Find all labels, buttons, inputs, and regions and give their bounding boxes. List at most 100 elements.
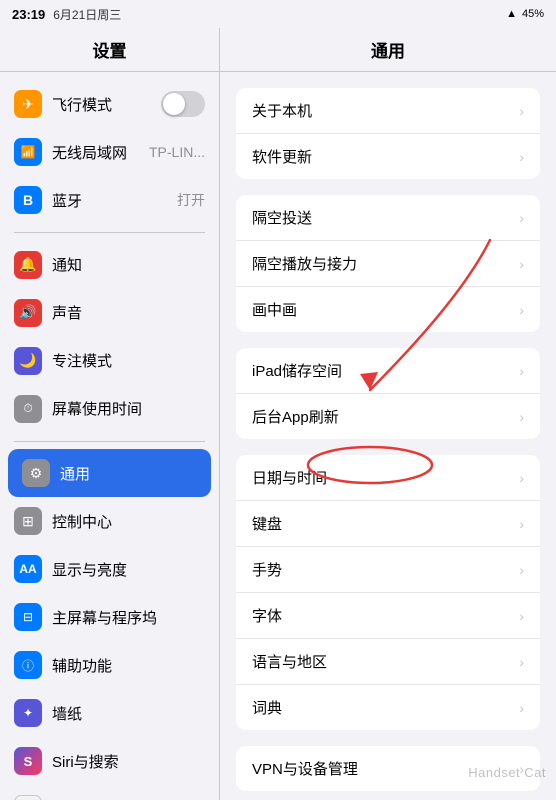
content-item-datetime[interactable]: 日期与时间 › [236, 455, 540, 501]
label-gesture: 手势 [252, 559, 511, 580]
sidebar-header: 设置 [0, 28, 219, 72]
section-datetime: 日期与时间 › 键盘 › 手势 › 字体 › [236, 455, 540, 730]
chevron-language: › [519, 654, 524, 670]
sidebar-item-siri[interactable]: S Siri与搜索 [0, 737, 219, 785]
section-storage: iPad储存空间 › 后台App刷新 › [236, 348, 540, 439]
content-item-gesture[interactable]: 手势 › [236, 547, 540, 593]
status-right: ▲ 45% [506, 8, 544, 20]
section-about: 关于本机 › 软件更新 › [236, 88, 540, 179]
label-language: 语言与地区 [252, 651, 511, 672]
chevron-backgroundrefresh: › [519, 409, 524, 425]
sidebar-item-label-display: 显示与亮度 [52, 559, 205, 580]
label-dictionary: 词典 [252, 697, 511, 718]
label-vpn: VPN与设备管理 [252, 758, 511, 779]
sidebar-item-label-wifi: 无线局域网 [52, 142, 139, 163]
wifi-value: TP-LIN... [149, 144, 205, 160]
sidebar-item-label-screentime: 屏幕使用时间 [52, 398, 205, 419]
content-header: 通用 [220, 28, 556, 72]
sidebar-item-wallpaper[interactable]: ✦ 墙纸 [0, 689, 219, 737]
content-item-vpn[interactable]: VPN与设备管理 › [236, 746, 540, 791]
notification-icon: 🔔 [14, 251, 42, 279]
chevron-gesture: › [519, 562, 524, 578]
sidebar-item-label-accessibility: 辅助功能 [52, 655, 205, 676]
airplane-icon: ✈ [14, 90, 42, 118]
content-item-softwareupdate[interactable]: 软件更新 › [236, 134, 540, 179]
wallpaper-icon: ✦ [14, 699, 42, 727]
content-item-font[interactable]: 字体 › [236, 593, 540, 639]
sidebar-item-label-general: 通用 [60, 463, 197, 484]
siri-icon: S [14, 747, 42, 775]
label-softwareupdate: 软件更新 [252, 146, 511, 167]
content-area: 通用 关于本机 › 软件更新 › 隔空投送 [220, 28, 556, 800]
sidebar-item-accessibility[interactable]: ⓘ 辅助功能 [0, 641, 219, 689]
chevron-keyboard: › [519, 516, 524, 532]
sidebar-item-applepencil[interactable]: ✏ Apple Pencil [0, 785, 219, 800]
status-time: 23:19 [12, 7, 45, 22]
sidebar-content[interactable]: ✈ 飞行模式 📶 无线局域网 TP-LIN... B 蓝牙 打开 [0, 72, 219, 800]
status-date: 6月21日周三 [53, 6, 121, 23]
sidebar-group-system: ⚙ 通用 ⊞ 控制中心 AA 显示与亮度 ⊟ 主屏幕与程序坞 [0, 441, 219, 800]
content-item-pip[interactable]: 画中画 › [236, 287, 540, 332]
content-item-dictionary[interactable]: 词典 › [236, 685, 540, 730]
applepencil-icon: ✏ [14, 795, 42, 800]
sidebar-item-notification[interactable]: 🔔 通知 [0, 241, 219, 289]
display-icon: AA [14, 555, 42, 583]
chevron-datetime: › [519, 470, 524, 486]
sidebar-item-airplane[interactable]: ✈ 飞行模式 [0, 80, 219, 128]
sidebar-item-general[interactable]: ⚙ 通用 [8, 449, 211, 497]
status-bar: 23:19 6月21日周三 ▲ 45% [0, 0, 556, 28]
chevron-airplay: › [519, 256, 524, 272]
battery-text: 45% [522, 8, 544, 20]
sidebar: 设置 ✈ 飞行模式 📶 无线局域网 TP-LIN... [0, 28, 220, 800]
screentime-icon: ⏱ [14, 395, 42, 423]
content-item-airplay[interactable]: 隔空播放与接力 › [236, 241, 540, 287]
content-item-about[interactable]: 关于本机 › [236, 88, 540, 134]
airplane-toggle[interactable] [161, 91, 205, 117]
label-about: 关于本机 [252, 100, 511, 121]
sidebar-item-homescreen[interactable]: ⊟ 主屏幕与程序坞 [0, 593, 219, 641]
sidebar-item-focus[interactable]: 🌙 专注模式 [0, 337, 219, 385]
sidebar-item-label-homescreen: 主屏幕与程序坞 [52, 607, 205, 628]
sidebar-item-label-bluetooth: 蓝牙 [52, 190, 167, 211]
wifi-icon: 📶 [14, 138, 42, 166]
section-airdrop: 隔空投送 › 隔空播放与接力 › 画中画 › [236, 195, 540, 332]
sidebar-item-label-focus: 专注模式 [52, 350, 205, 371]
label-ipadstorage: iPad储存空间 [252, 360, 511, 381]
chevron-dictionary: › [519, 700, 524, 716]
controlcenter-icon: ⊞ [14, 507, 42, 535]
general-icon: ⚙ [22, 459, 50, 487]
sidebar-item-wifi[interactable]: 📶 无线局域网 TP-LIN... [0, 128, 219, 176]
sidebar-item-label-sound: 声音 [52, 302, 205, 323]
content-item-language[interactable]: 语言与地区 › [236, 639, 540, 685]
bluetooth-icon: B [14, 186, 42, 214]
accessibility-icon: ⓘ [14, 651, 42, 679]
bluetooth-value: 打开 [177, 190, 205, 210]
content-item-keyboard[interactable]: 键盘 › [236, 501, 540, 547]
chevron-pip: › [519, 302, 524, 318]
label-keyboard: 键盘 [252, 513, 511, 534]
content-scroll[interactable]: 关于本机 › 软件更新 › 隔空投送 › 隔空播放与接力 [220, 72, 556, 800]
sound-icon: 🔊 [14, 299, 42, 327]
sidebar-item-display[interactable]: AA 显示与亮度 [0, 545, 219, 593]
sidebar-item-sound[interactable]: 🔊 声音 [0, 289, 219, 337]
sidebar-item-bluetooth[interactable]: B 蓝牙 打开 [0, 176, 219, 224]
homescreen-icon: ⊟ [14, 603, 42, 631]
wifi-icon: ▲ [506, 8, 517, 20]
sidebar-item-controlcenter[interactable]: ⊞ 控制中心 [0, 497, 219, 545]
content-item-backgroundrefresh[interactable]: 后台App刷新 › [236, 394, 540, 439]
sidebar-item-label-controlcenter: 控制中心 [52, 511, 205, 532]
chevron-vpn: › [519, 761, 524, 777]
sidebar-item-label-notification: 通知 [52, 254, 205, 275]
sidebar-group-connectivity: ✈ 飞行模式 📶 无线局域网 TP-LIN... B 蓝牙 打开 [0, 72, 219, 232]
sidebar-item-screentime[interactable]: ⏱ 屏幕使用时间 [0, 385, 219, 433]
chevron-airdrop: › [519, 210, 524, 226]
chevron-font: › [519, 608, 524, 624]
content-title: 通用 [371, 37, 405, 62]
content-item-ipadstorage[interactable]: iPad储存空间 › [236, 348, 540, 394]
sidebar-item-label-wallpaper: 墙纸 [52, 703, 205, 724]
label-backgroundrefresh: 后台App刷新 [252, 406, 511, 427]
sidebar-title: 设置 [93, 37, 127, 62]
label-font: 字体 [252, 605, 511, 626]
chevron-about: › [519, 103, 524, 119]
content-item-airdrop[interactable]: 隔空投送 › [236, 195, 540, 241]
